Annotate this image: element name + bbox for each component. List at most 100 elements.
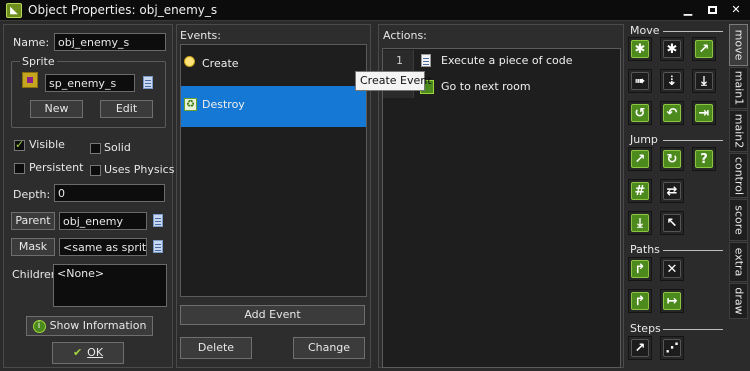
friction-icon: ⇥ [695, 104, 713, 122]
lightbulb-icon [184, 56, 195, 67]
library-tabs: move main1 main2 control score extra dra… [729, 24, 748, 324]
move-free-icon: ✱ [663, 40, 681, 58]
uses-physics-checkbox[interactable] [90, 165, 101, 176]
maximize-button[interactable] [702, 3, 722, 17]
edit-sprite-button[interactable]: Edit [100, 100, 153, 118]
name-input[interactable]: obj_enemy_s [54, 33, 166, 51]
reverse-horizontal-icon: ↺ [631, 104, 649, 122]
align-to-grid-button[interactable]: # [628, 179, 652, 203]
sprite-menu-icon[interactable] [142, 76, 156, 90]
step-avoiding-button[interactable]: ⋰ [660, 336, 684, 360]
event-label-create: Create [202, 57, 239, 70]
move-fixed-button[interactable]: ✱ [628, 37, 652, 61]
add-event-button[interactable]: Add Event [180, 305, 365, 325]
event-item-destroy[interactable]: ♻ Destroy [181, 86, 366, 127]
speed-horizontal-icon: ➠ [631, 72, 649, 90]
tab-draw-label: draw [732, 287, 745, 315]
path-speed-icon: ↦ [663, 292, 681, 310]
checkmark-icon: ✔ [72, 346, 83, 359]
wrap-screen-button[interactable]: ⇄ [660, 179, 684, 203]
jump-random-icon: ? [695, 150, 713, 168]
recycle-icon: ♻ [184, 98, 197, 111]
speed-vertical-button[interactable]: ⇣ [660, 69, 684, 93]
actions-header: Actions: [383, 29, 427, 42]
maximize-icon [707, 6, 717, 14]
end-path-button[interactable]: ✕ [660, 257, 684, 281]
path-speed-button[interactable]: ↦ [660, 289, 684, 313]
tab-main1[interactable]: main1 [729, 67, 748, 109]
section-jump-title: Jump [630, 133, 658, 146]
tab-main2-label: main2 [732, 113, 745, 149]
tab-main2[interactable]: main2 [729, 110, 748, 152]
jump-start-icon: ↻ [663, 150, 681, 168]
visible-checkbox[interactable] [14, 138, 25, 151]
parent-input[interactable]: obj_enemy [59, 212, 147, 230]
move-fixed-icon: ✱ [631, 40, 649, 58]
reverse-horizontal-button[interactable]: ↺ [628, 101, 652, 125]
depth-input[interactable]: 0 [54, 184, 165, 202]
jump-to-position-button[interactable]: ↗ [628, 147, 652, 171]
title-bar: ◣ Object Properties: obj_enemy_s ▁ ✕ [0, 0, 750, 21]
children-list[interactable]: <None> [53, 264, 167, 307]
tab-draw[interactable]: draw [729, 283, 748, 319]
move-contact-icon: ⤓ [631, 214, 649, 232]
section-divider [663, 31, 723, 32]
grid-icon: # [631, 182, 649, 200]
window-title: Object Properties: obj_enemy_s [28, 3, 218, 17]
tab-extra[interactable]: extra [729, 242, 748, 282]
step-towards-button[interactable]: ↗ [628, 336, 652, 360]
uses-physics-label: Uses Physics [104, 163, 175, 176]
section-steps-title: Steps [630, 322, 661, 335]
info-icon: i [32, 319, 46, 333]
set-path-button[interactable]: ↱ [628, 257, 652, 281]
persistent-checkbox[interactable] [14, 163, 25, 174]
gamemaker-logo-icon: ◣ [6, 3, 22, 18]
set-friction-button[interactable]: ⇥ [692, 101, 716, 125]
section-move-title: Move [630, 24, 660, 37]
change-event-button[interactable]: Change [293, 337, 365, 359]
solid-checkbox[interactable] [90, 143, 101, 154]
section-divider [663, 250, 723, 251]
ok-label: OK [87, 346, 104, 359]
path-icon: ↱ [631, 260, 649, 278]
close-button[interactable]: ✕ [726, 3, 746, 17]
show-information-button[interactable]: i Show Information [26, 316, 153, 336]
speed-horizontal-button[interactable]: ➠ [628, 69, 652, 93]
step-avoiding-icon: ⋰ [663, 339, 681, 357]
tab-move-label: move [732, 29, 745, 61]
tab-score-label: score [732, 205, 745, 235]
jump-to-start-button[interactable]: ↻ [660, 147, 684, 171]
parent-button[interactable]: Parent [11, 212, 55, 230]
bounce-button[interactable]: ↖ [660, 211, 684, 235]
move-to-contact-button[interactable]: ⤓ [628, 211, 652, 235]
code-document-icon [420, 54, 434, 68]
minimize-button[interactable]: ▁ [678, 3, 698, 17]
sprite-input[interactable]: sp_enemy_s [45, 74, 135, 92]
sprite-group-title: Sprite [20, 55, 57, 68]
path-position-button[interactable]: ↱ [628, 289, 652, 313]
move-towards-button[interactable]: ↗ [692, 37, 716, 61]
path-position-icon: ↱ [631, 292, 649, 310]
tab-main1-label: main1 [732, 70, 745, 106]
visible-label: Visible [29, 138, 65, 151]
events-header: Events: [180, 29, 221, 42]
tab-control[interactable]: control [729, 153, 748, 198]
tab-move[interactable]: move [729, 24, 748, 66]
actions-list[interactable]: 1 Execute a piece of code Go to next roo… [382, 48, 621, 368]
mask-menu-icon[interactable] [152, 240, 166, 254]
move-free-button[interactable]: ✱ [660, 37, 684, 61]
reverse-vertical-button[interactable]: ↶ [660, 101, 684, 125]
set-gravity-button[interactable]: ⤓ [692, 69, 716, 93]
delete-event-button[interactable]: Delete [180, 337, 252, 359]
mask-input[interactable]: <same as sprite> [59, 238, 147, 256]
event-item-create[interactable]: Create [181, 46, 366, 82]
new-sprite-button[interactable]: New [30, 100, 83, 118]
tab-score[interactable]: score [729, 199, 748, 241]
action-library: Move ✱ ✱ ↗ ➠ ⇣ ⤓ ↺ ↶ ⇥ Jump ↗ ↻ ? # ⇄ ⤓ … [627, 24, 727, 368]
sprite-thumbnail [22, 72, 38, 88]
parent-menu-icon[interactable] [152, 214, 166, 228]
events-list[interactable]: Create ♻ Destroy [180, 44, 367, 297]
mask-button[interactable]: Mask [11, 238, 55, 256]
ok-button[interactable]: ✔ OK [52, 342, 124, 364]
jump-to-random-button[interactable]: ? [692, 147, 716, 171]
